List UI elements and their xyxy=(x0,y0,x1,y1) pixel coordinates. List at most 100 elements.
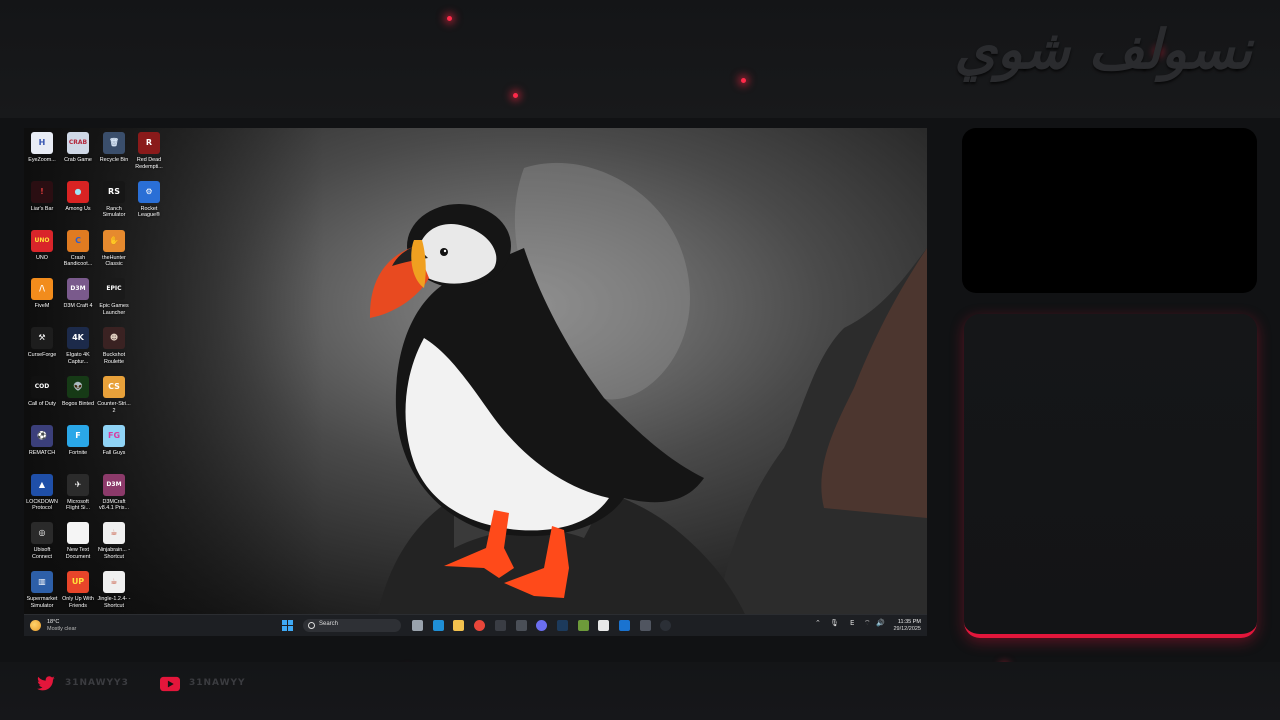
app-icon: RS xyxy=(103,180,125,203)
desktop-icon-label: Only Up With Friends xyxy=(62,596,94,609)
desktop-icon-label: Ubisoft Connect xyxy=(31,547,53,560)
desktop-icon[interactable]: ☕ Ninjabrain... - Shortcut xyxy=(96,522,132,560)
obs-icon[interactable] xyxy=(494,620,506,631)
desktop-icon[interactable]: ⚙ Rocket League® xyxy=(131,180,167,219)
minecraft-icon[interactable] xyxy=(577,620,589,631)
app-icon: FG xyxy=(103,424,125,447)
desktop-icon[interactable]: RS Ranch Simulator xyxy=(96,180,132,219)
desktop-icon[interactable]: D3M D3M Craft 4 xyxy=(60,278,96,310)
app-icon: ⚽ xyxy=(31,424,53,447)
wifi-icon[interactable]: ⌔ xyxy=(864,619,871,628)
app-icon: R xyxy=(138,132,160,154)
desktop-icon[interactable]: /\ FiveM xyxy=(24,278,60,310)
desktop-icon[interactable]: F Fortnite xyxy=(60,424,96,457)
chat-panel xyxy=(964,314,1257,638)
desktop-icon[interactable]: ▲ LOCKDOWN Protocol xyxy=(24,473,60,512)
edge-icon[interactable] xyxy=(432,620,444,631)
app-icon: ✋ xyxy=(103,229,125,252)
desktop-icon[interactable]: H EyeZoom... xyxy=(24,132,60,164)
app-icon xyxy=(67,522,89,545)
desktop-icon-label: Supermarket Simulator xyxy=(26,596,58,609)
red-sparkle xyxy=(513,93,518,98)
desktop-icon[interactable]: ⚒ CurseForge xyxy=(24,327,60,359)
desktop-icon-label: theHunter Classic xyxy=(102,254,126,268)
microphone-icon[interactable]: 🎙 xyxy=(830,619,839,627)
desktop-icon[interactable]: C Crash Bandicoot... xyxy=(60,229,96,268)
desktop-icon[interactable]: 👽 Bogos Binted xyxy=(60,376,96,408)
search-placeholder: Search xyxy=(319,621,339,627)
start-button[interactable] xyxy=(282,620,294,632)
desktop-icon-label: Crash Bandicoot... xyxy=(63,254,93,268)
desktop-icon[interactable]: ◎ Ubisoft Connect xyxy=(24,522,60,560)
taskbar-search[interactable]: Search xyxy=(303,619,401,632)
desktop-icon[interactable]: FG Fall Guys xyxy=(96,424,132,457)
app-icon: ▥ xyxy=(31,571,53,594)
app-icon: 👽 xyxy=(67,376,89,398)
desktop-icon[interactable]: CS Counter-Stri... 2 xyxy=(96,376,132,414)
desktop-icon[interactable]: CRAB Crab Game xyxy=(60,132,96,164)
app-icon: ✈ xyxy=(67,473,89,496)
weather-moon-icon xyxy=(30,620,41,631)
app-icon: D3M xyxy=(103,473,125,496)
desktop-icon[interactable]: D3M D3MCraft v8.4.1 Pris... xyxy=(96,473,132,512)
youtube-handle: 31NAWYY xyxy=(160,676,280,692)
app-icon: CS xyxy=(103,376,125,398)
chevron-up-icon[interactable]: ⌃ xyxy=(815,619,821,627)
desktop-icon-label: Crab Game xyxy=(64,157,92,163)
desktop-icon-label: Microsoft Flight Si... xyxy=(66,498,90,512)
app-icon: 🗑 xyxy=(103,132,125,154)
app-icon: UNO xyxy=(31,229,53,252)
desktop-icon[interactable]: R Red Dead Redempti... xyxy=(131,132,167,170)
desktop-icon[interactable]: COD Call of Duty xyxy=(24,376,60,408)
app-icon: ☕ xyxy=(103,522,125,545)
file-explorer-icon[interactable] xyxy=(453,620,465,631)
app-icon: F xyxy=(67,424,89,447)
desktop-icon[interactable]: New Text Document xyxy=(60,522,96,560)
weather-temp: 18°C xyxy=(47,619,60,625)
desktop-icon-label: REMATCH xyxy=(28,449,56,456)
app-icon: /\ xyxy=(31,278,53,301)
capture-icon[interactable] xyxy=(515,620,527,631)
app-icon: UP xyxy=(67,571,89,594)
app-icon: ☻ xyxy=(103,327,125,350)
desktop-icon[interactable]: 🗑 Recycle Bin xyxy=(96,132,132,164)
desktop-icon[interactable]: ! Liar's Bar xyxy=(24,180,60,213)
desktop-icon[interactable]: ☻ Buckshot Roulette xyxy=(96,327,132,365)
clock[interactable]: 11:35 PM 29/12/2025 xyxy=(881,618,921,634)
desktop-icon[interactable]: ☕ Jingle-1.2.4- - Shortcut xyxy=(96,571,132,609)
desktop-icon-label: FiveM xyxy=(34,303,50,310)
desktop-icon-label: Buckshot Roulette xyxy=(102,352,126,365)
desktop-icon[interactable]: ⚽ REMATCH xyxy=(24,424,60,457)
desktop-icon-label: Among Us xyxy=(65,205,91,212)
task-view-icon[interactable] xyxy=(412,620,423,631)
desktop-icon[interactable]: 4K Elgato 4K Captur... xyxy=(60,327,96,365)
desktop-icon-label: LOCKDOWN Protocol xyxy=(26,498,58,512)
app-dark-icon[interactable] xyxy=(639,620,651,631)
app-icon: EPIC xyxy=(103,278,125,301)
twitter-handle: 31NAWYY3 xyxy=(36,676,156,692)
language-indicator[interactable]: E xyxy=(850,619,854,627)
desktop-icon[interactable]: UNO UNO xyxy=(24,229,60,262)
capcut-icon[interactable] xyxy=(598,620,610,631)
twitter-handle-text: 31NAWYY3 xyxy=(65,678,129,688)
discord-icon[interactable] xyxy=(536,620,548,631)
desktop-icon[interactable]: EPIC Epic Games Launcher xyxy=(96,278,132,316)
desktop-icon-label: CurseForge xyxy=(27,352,57,359)
desktop-icon[interactable]: UP Only Up With Friends xyxy=(60,571,96,609)
chrome-icon[interactable] xyxy=(474,620,486,631)
elgato-4k-icon[interactable] xyxy=(660,620,672,631)
clock-time: 11:35 PM xyxy=(897,619,921,625)
desktop-icon[interactable]: ▥ Supermarket Simulator xyxy=(24,571,60,609)
weather-condition: Mostly clear xyxy=(47,626,77,632)
desktop-icon-label: Counter-Stri... 2 xyxy=(97,401,131,414)
desktop-icon[interactable]: ✋ theHunter Classic xyxy=(96,229,132,268)
app-icon: H xyxy=(31,132,53,154)
desktop-icon[interactable]: ✈ Microsoft Flight Si... xyxy=(60,473,96,512)
steam-icon[interactable] xyxy=(556,620,568,631)
app-icon: ! xyxy=(31,180,53,203)
desktop-icon-label: Fall Guys xyxy=(102,449,126,456)
app-icon: ▲ xyxy=(31,473,53,496)
desktop-icon-label: Bogos Binted xyxy=(61,401,95,407)
outlook-icon[interactable] xyxy=(619,620,630,631)
desktop-icon[interactable]: ● Among Us xyxy=(60,180,96,213)
